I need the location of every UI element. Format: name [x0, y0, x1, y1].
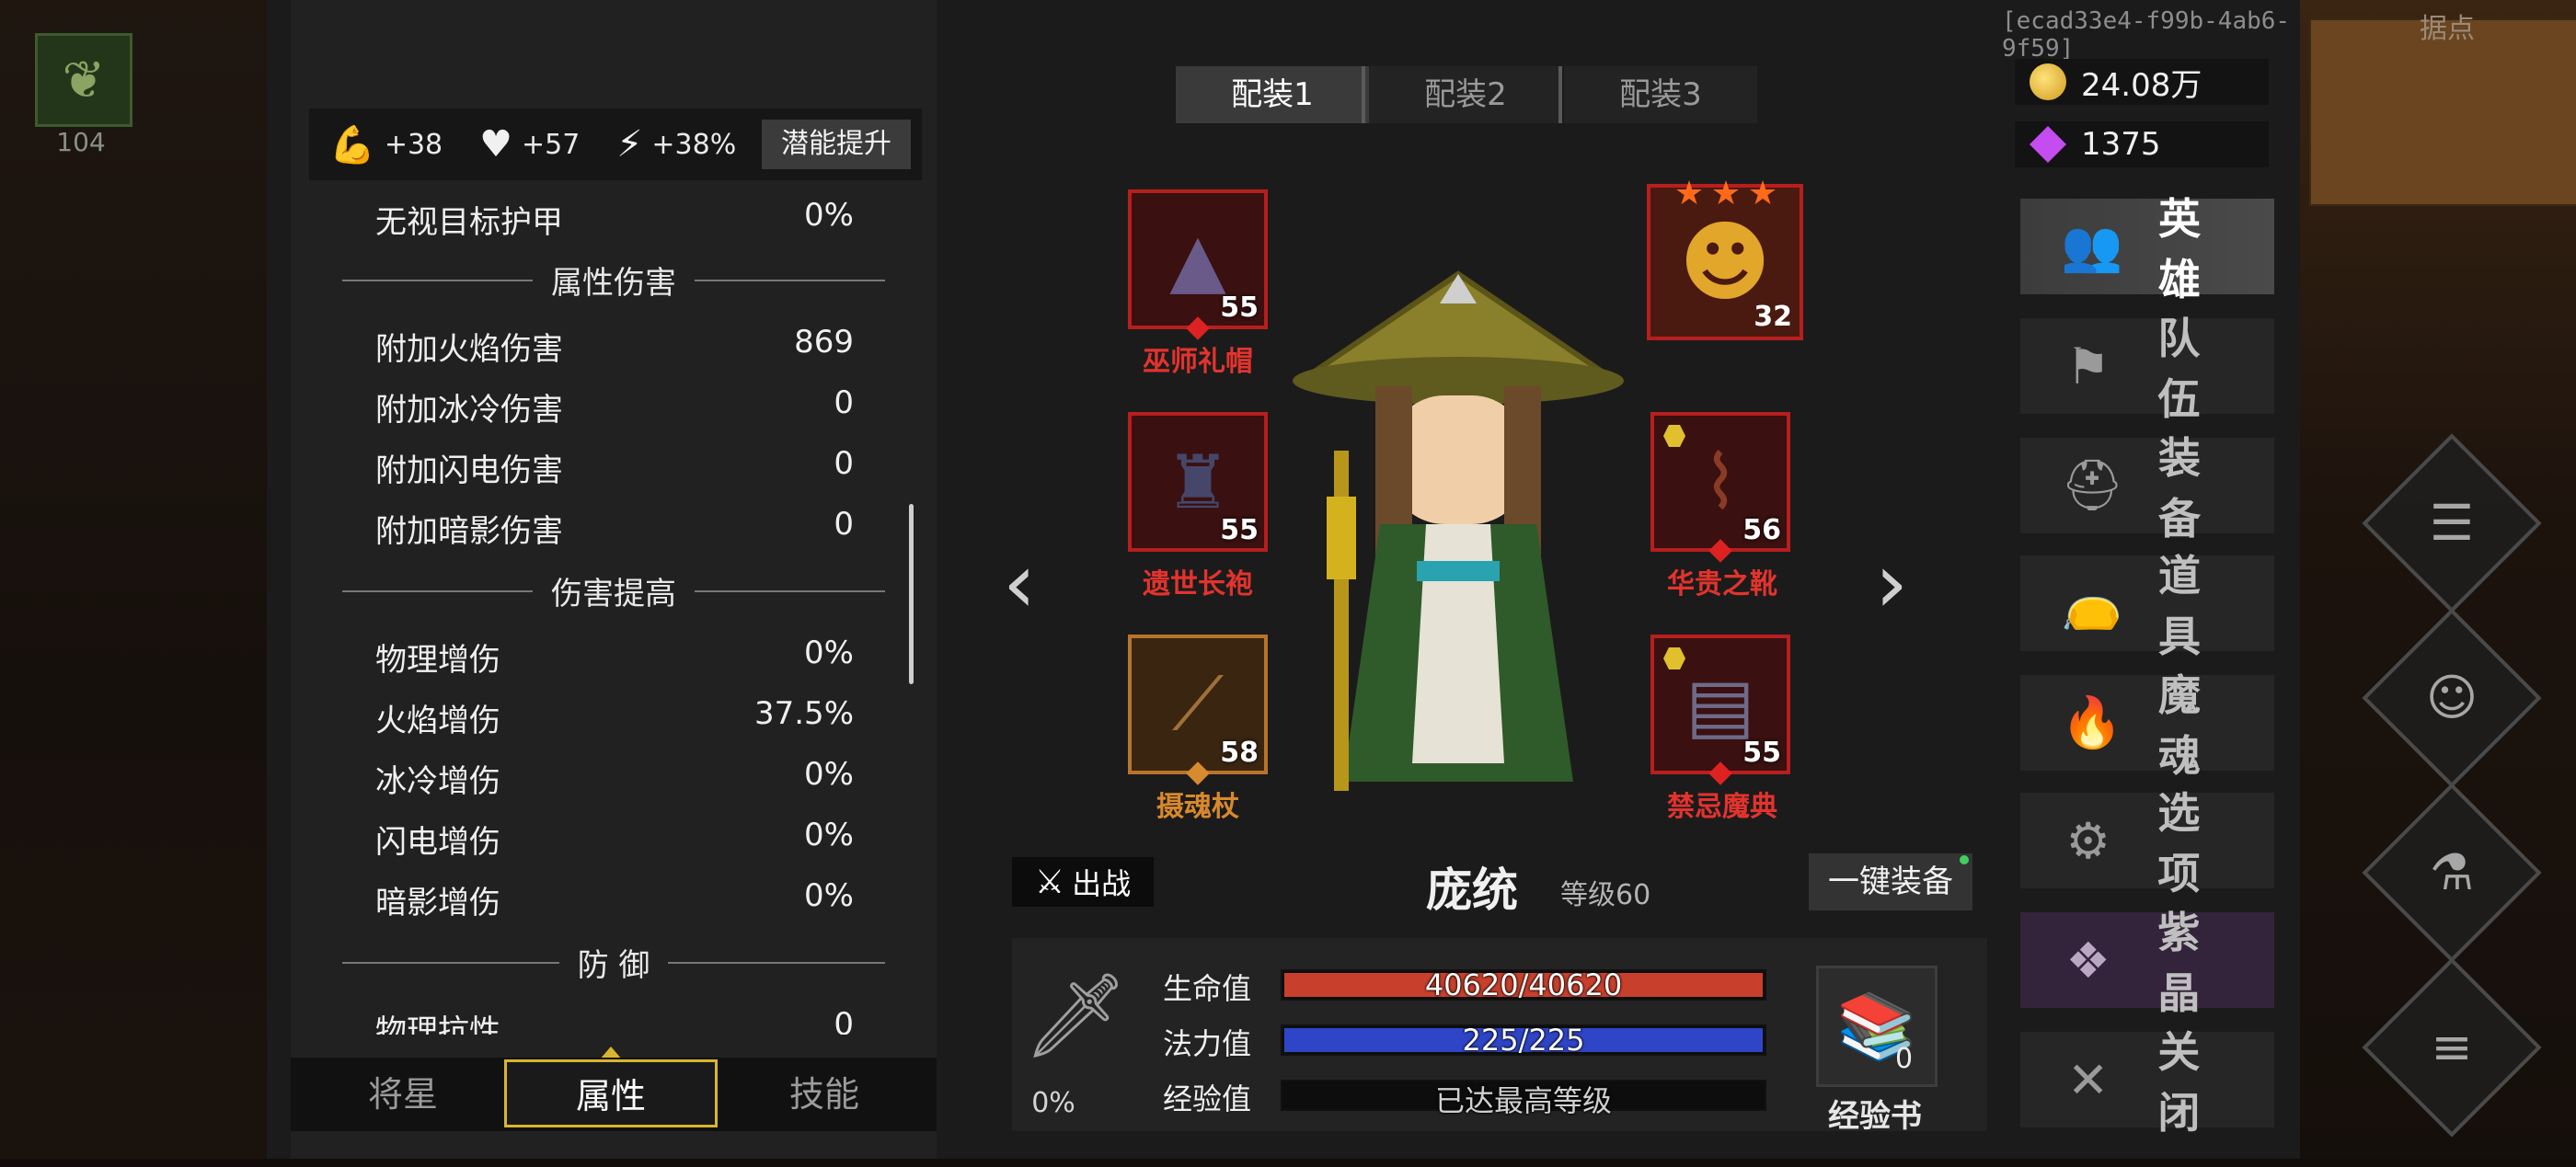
background-left [0, 0, 267, 1159]
hero-icon: 👥 [2061, 217, 2123, 275]
skill-slot[interactable]: ❦ [35, 33, 132, 127]
hero-portrait[interactable] [1279, 267, 1638, 800]
menu-equipment[interactable]: ⛑ 装备 [2020, 433, 2274, 543]
deploy-button[interactable]: ⚔ 出战 [1012, 857, 1154, 907]
tab-attributes[interactable]: 属性 [504, 1059, 718, 1127]
mp-label: 法力值 [1163, 1026, 1252, 1061]
attr-row: 附加冰冷伤害 0 [375, 384, 854, 429]
attr-row: 火焰增伤 37.5% [375, 695, 854, 739]
prev-hero-arrow[interactable]: ‹ [1003, 535, 1036, 632]
scroll-icon: ☰ [2429, 494, 2475, 552]
gem-icon [2030, 126, 2066, 163]
equip-slot-weapon[interactable]: ⟋ 58 [1128, 635, 1268, 785]
gold-display: 24.08万 [2015, 59, 2269, 105]
bottom-tabs: 将星 属性 技能 [291, 1058, 937, 1131]
flag-icon: ⚑ [2065, 337, 2110, 395]
equip-name-hat: 巫师礼帽 [1143, 346, 1253, 378]
sword-icon: 🗡 [1023, 967, 1129, 1064]
attr-row: 无视目标护甲 0% [375, 197, 854, 241]
hero-name: 庞统 [1426, 864, 1518, 917]
hp-label: 生命值 [1163, 971, 1252, 1006]
equip-slot-boots[interactable]: ⌇ 56 [1650, 412, 1790, 563]
helmet-icon: ⛑ [2061, 456, 2124, 514]
skill-count: 104 [56, 127, 106, 157]
exp-book-count: 0 [1895, 1043, 1914, 1075]
mp-bar: 225/225 [1281, 1023, 1766, 1058]
equip-name-robe: 遗世长袍 [1143, 568, 1253, 601]
tab-loadout-1[interactable]: 配装1 [1176, 66, 1369, 123]
equip-slot-robe[interactable]: ♜ 55 [1128, 412, 1268, 552]
attribute-list[interactable]: 无视目标护甲 0% 属性伤害 附加火焰伤害 869 附加冰冷伤害 0 附加闪电伤害 0 … [309, 184, 898, 1035]
section-header: 防 御 [342, 940, 885, 985]
attr-row: 暗影增伤 0% [375, 877, 854, 921]
menu-amethyst[interactable]: ❖ 紫晶 [2020, 908, 2274, 1018]
companion-stars: ★ ★ ★ [1671, 175, 1781, 212]
tab-separator [1362, 66, 1365, 123]
attr-row: 物理增伤 0% [375, 635, 854, 679]
tab-separator [1558, 66, 1562, 123]
attr-row: 附加闪电伤害 0 [375, 445, 854, 489]
menu-hero[interactable]: 👥 英雄 [2020, 194, 2274, 304]
leaf-icon: ❦ [62, 50, 106, 110]
attr-row: 闪电增伤 0% [375, 817, 854, 861]
tab-loadout-2[interactable]: 配装2 [1369, 66, 1562, 123]
attr-row: 附加暗影伤害 0 [375, 506, 854, 550]
lightning-icon: ⚡ [616, 123, 643, 166]
equip-all-button[interactable]: 一键装备 [1809, 853, 1972, 910]
attr-row: 物理抗性 0 [375, 1006, 854, 1035]
exp-book-label: 经验书 [1828, 1098, 1922, 1135]
crossed-swords-icon: ⚔ [1034, 863, 1065, 901]
attribute-scrollbar[interactable] [909, 504, 914, 684]
people-icon: ☺ [2425, 669, 2478, 727]
speed-stat: ⚡ +38% [616, 123, 737, 166]
menu-close[interactable]: ✕ 关闭 [2020, 1027, 2274, 1138]
hero-level: 等级60 [1560, 879, 1651, 911]
muscle-icon: 💪 [329, 123, 375, 166]
star-icon: ★ [1747, 175, 1778, 212]
hp-bar: 40620/40620 [1281, 967, 1766, 1002]
equip-slot-offhand[interactable]: ▤ 55 [1650, 635, 1790, 785]
flame-icon: 🔥 [2061, 693, 2123, 751]
minimap[interactable] [2309, 18, 2576, 206]
equip-slot-hat[interactable]: ▲ 55 [1128, 189, 1268, 340]
stat-bar: 💪 +38 ♥ +57 ⚡ +38% 潜能提升 [309, 109, 922, 180]
star-icon: ★ [1710, 175, 1742, 212]
tab-loadout-3[interactable]: 配装3 [1564, 66, 1757, 123]
equip-name-offhand: 禁忌魔典 [1667, 791, 1777, 823]
potential-upgrade-button[interactable]: 潜能提升 [762, 120, 911, 169]
notification-dot [1960, 855, 1969, 864]
crystal-icon: ❖ [2065, 931, 2110, 990]
heart-icon: ♥ [479, 123, 512, 166]
session-id: [ecad33e4-f99b-4ab6-9f59] [2002, 7, 2291, 63]
attr-row: 冰冷增伤 0% [375, 756, 854, 800]
list-icon: ≡ [2431, 1018, 2473, 1076]
equip-name-weapon: 摄魂杖 [1156, 791, 1239, 823]
bag-icon: 👝 [2061, 574, 2123, 632]
next-hero-arrow[interactable]: › [1875, 535, 1908, 632]
menu-team[interactable]: ⚑ 队伍 [2020, 314, 2274, 424]
section-header: 属性伤害 [342, 257, 885, 303]
exp-bar: 已达最高等级 [1281, 1080, 1766, 1118]
tab-skills[interactable]: 技能 [723, 1058, 926, 1131]
attr-row: 附加火焰伤害 869 [375, 324, 854, 368]
gear-icon: ⚙ [2065, 811, 2110, 870]
gem-display: 1375 [2015, 121, 2269, 167]
close-icon: ✕ [2067, 1050, 2110, 1109]
equip-name-boots: 华贵之靴 [1667, 568, 1777, 601]
attack-percent: 0% [1031, 1087, 1075, 1119]
coin-icon [2030, 63, 2066, 100]
menu-items[interactable]: 👝 道具 [2020, 551, 2274, 661]
star-icon: ★ [1673, 175, 1705, 212]
vitality-stat: ♥ +57 [479, 123, 581, 166]
exp-label: 经验值 [1163, 1081, 1252, 1116]
section-header: 伤害提高 [342, 568, 885, 613]
menu-soul[interactable]: 🔥 魔魂 [2020, 670, 2274, 781]
tab-stars[interactable]: 将星 [302, 1058, 504, 1131]
map-label: 据点 [2420, 13, 2475, 45]
menu-options[interactable]: ⚙ 选项 [2020, 788, 2274, 898]
potion-icon: ⚗ [2429, 843, 2475, 901]
strength-stat: 💪 +38 [329, 123, 443, 166]
